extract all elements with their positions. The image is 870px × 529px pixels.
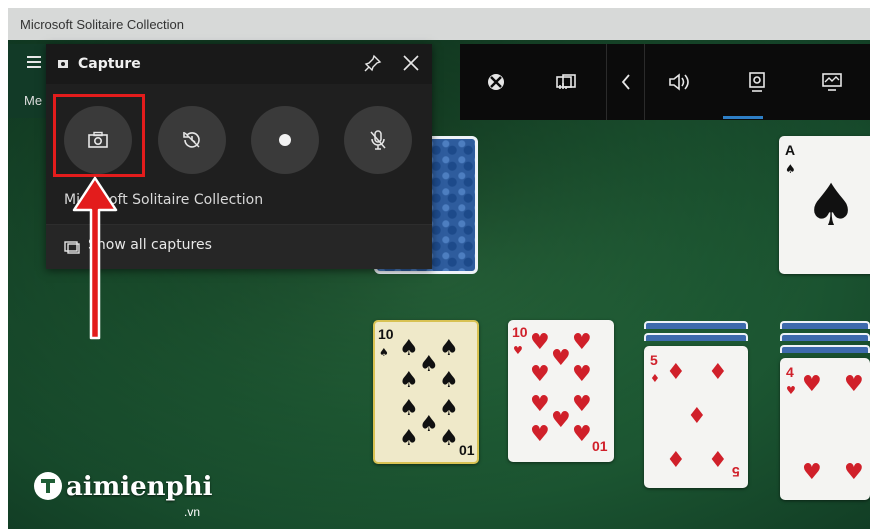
heart-pip: ♥ [572, 362, 592, 387]
start-recording-button[interactable] [251, 106, 319, 174]
diamond-pip: ♦ [708, 360, 728, 385]
spade-pip: ♠ [439, 368, 459, 393]
heart-pip: ♥ [530, 330, 550, 355]
window-title: Microsoft Solitaire Collection [20, 17, 185, 32]
spade-pip: ♠ [439, 336, 459, 361]
heart-pip: ♥ [802, 460, 822, 485]
spade-pip: ♠ [399, 426, 419, 451]
heart-pip: ♥ [530, 392, 550, 417]
card-back-stack-edge [780, 321, 870, 329]
spade-large-icon: ♠ [805, 171, 857, 239]
card-four-of-hearts[interactable]: 4 ♥ ♥ ♥ ♥ ♥ [780, 358, 870, 500]
diamond-pip: ♦ [650, 372, 660, 385]
card-rank: 10 [378, 326, 394, 342]
card-back-stack-edge [780, 333, 870, 341]
spade-pip: ♠ [399, 336, 419, 361]
logo-mark-icon [34, 472, 62, 500]
heart-pip: ♥ [551, 346, 571, 371]
card-five-of-diamonds[interactable]: 5 ♦ ♦ ♦ ♦ ♦ ♦ 5 [644, 346, 748, 488]
diamond-pip: ♦ [666, 448, 686, 473]
audio-icon[interactable] [666, 68, 694, 96]
game-bar [460, 44, 870, 120]
chevron-left-icon[interactable] [612, 68, 640, 96]
card-ten-of-hearts[interactable]: 10 ♥ ♥ ♥ ♥ ♥ ♥ ♥ ♥ ♥ ♥ ♥ 01 [508, 320, 614, 462]
spade-pip: ♠ [399, 368, 419, 393]
heart-pip: ♥ [802, 372, 822, 397]
game-bar-separator [606, 44, 607, 120]
spade-small-icon: ♠ [785, 162, 796, 176]
watermark-brand: aimienphi [66, 472, 213, 502]
card-rank: 5 [650, 352, 658, 368]
close-icon[interactable] [402, 54, 420, 72]
heart-pip: ♥ [786, 384, 796, 397]
card-rank: 4 [786, 364, 794, 380]
card-ten-of-spades[interactable]: 10 ♠ ♠ ♠ ♠ ♠ ♠ ♠ ♠ ♠ ♠ ♠ 01 [373, 320, 479, 464]
record-last-icon [183, 132, 200, 148]
spade-pip: ♠ [379, 346, 389, 359]
hamburger-icon [27, 56, 41, 58]
highlight-box [53, 94, 145, 177]
diamond-pip: ♦ [687, 404, 707, 429]
spade-pip: ♠ [439, 396, 459, 421]
annotation-arrow [72, 176, 118, 340]
heart-pip: ♥ [572, 392, 592, 417]
heart-pip: ♥ [572, 330, 592, 355]
heart-pip: ♥ [844, 460, 864, 485]
widget-menu-icon[interactable] [552, 68, 580, 96]
performance-icon[interactable] [818, 68, 846, 96]
heart-pip: ♥ [844, 372, 864, 397]
microphone-off-icon [370, 130, 386, 150]
heart-pip: ♥ [530, 422, 550, 447]
capture-widget-icon [56, 56, 70, 70]
card-rank: A [785, 142, 796, 158]
heart-pip: ♥ [572, 422, 592, 447]
pin-icon[interactable] [364, 54, 382, 72]
card-back-stack-edge [644, 333, 748, 341]
spade-pip: ♠ [419, 412, 439, 437]
diamond-pip: ♦ [666, 360, 686, 385]
spade-pip: ♠ [399, 396, 419, 421]
card-rank: 10 [512, 324, 528, 340]
spade-pip: ♠ [419, 352, 439, 377]
card-ace-of-spades[interactable]: A ♠ ♠ [779, 136, 870, 274]
microphone-toggle-button[interactable] [344, 106, 412, 174]
menu-label: Me [24, 93, 43, 108]
game-bar-separator [644, 44, 645, 120]
capture-header[interactable]: Capture [46, 44, 432, 84]
watermark-tld: .vn [184, 505, 201, 519]
card-rank-bottom: 5 [732, 464, 740, 480]
xbox-icon[interactable] [482, 68, 510, 96]
spade-pip: ♠ [439, 426, 459, 451]
diamond-pip: ♦ [708, 448, 728, 473]
heart-pip: ♥ [513, 344, 523, 357]
window-title-bar: Microsoft Solitaire Collection [8, 8, 870, 40]
heart-pip: ♥ [530, 362, 550, 387]
card-back-stack-edge [780, 345, 870, 353]
capture-title: Capture [78, 56, 141, 72]
heart-pip: ♥ [551, 408, 571, 433]
record-dot-icon [279, 134, 291, 146]
selected-indicator [723, 116, 763, 119]
record-last-button[interactable] [158, 106, 226, 174]
card-rank-bottom: 01 [459, 442, 475, 458]
card-rank-bottom: 01 [592, 438, 608, 454]
card-back-stack-edge [644, 321, 748, 329]
capture-icon[interactable] [743, 68, 771, 96]
